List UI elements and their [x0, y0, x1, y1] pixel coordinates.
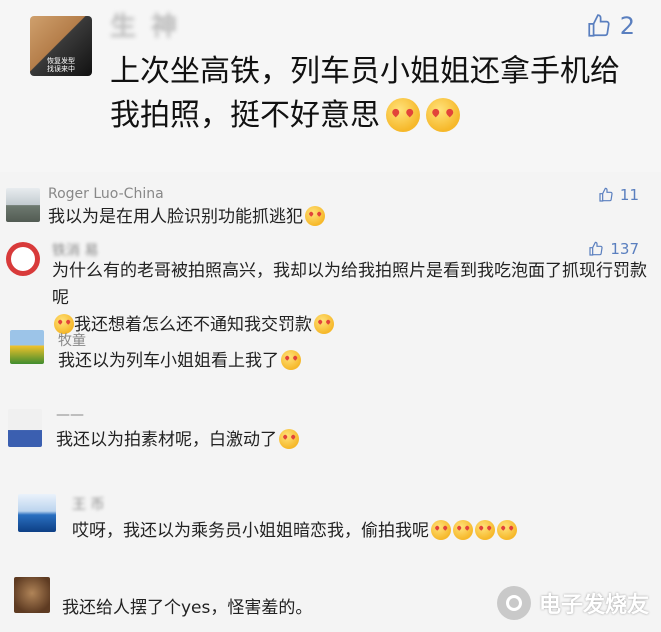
heart-eyes-emoji-icon: [386, 98, 420, 132]
comment-avatar[interactable]: [10, 330, 44, 364]
comment-avatar[interactable]: [8, 409, 42, 447]
comment-like-count: 137: [610, 240, 639, 258]
comment-avatar[interactable]: [18, 494, 56, 532]
heart-eyes-emoji-icon: [453, 520, 473, 540]
heart-eyes-emoji-icon: [426, 98, 460, 132]
heart-eyes-emoji-icon: [431, 520, 451, 540]
comment-text-content: 哎呀，我还以为乘务员小姐姐暗恋我，偷拍我呢: [72, 521, 429, 541]
comment-item: Roger Luo-China 我以为是在用人脸识别功能抓逃犯 11: [0, 182, 661, 232]
thumbs-up-icon: [599, 187, 613, 202]
comment-avatar[interactable]: [14, 577, 50, 613]
comment-text: 我还以为列车小姐姐看上我了: [58, 348, 301, 375]
thumbs-up-icon: [589, 241, 603, 256]
main-post: 恢复发型 找误来中 生 神 2 上次坐高铁，列车员小姐姐还拿手机给我拍照，挺不好…: [0, 0, 661, 172]
main-post-text-content: 上次坐高铁，列车员小姐姐还拿手机给我拍照，挺不好意思: [110, 54, 620, 133]
comment-item: 王 币 哎呀，我还以为乘务员小姐姐暗恋我，偷拍我呢: [0, 490, 661, 560]
comment-item: —— 我还以为拍素材呢，白激动了: [0, 405, 661, 475]
comment-text: 我还以为拍素材呢，白激动了: [56, 427, 299, 454]
comment-item: 铁消 易 为什么有的老哥被拍照高兴，我却以为给我拍照片是看到我吃泡面了抓现行罚款…: [0, 236, 661, 335]
grin-emoji-icon: [305, 206, 325, 226]
comment-text: 我还给人摆了个yes，怪害羞的。: [62, 595, 312, 622]
comment-username[interactable]: ——: [56, 407, 84, 423]
comment-text-content: 我以为是在用人脸识别功能抓逃犯: [48, 207, 303, 227]
comment-item: 牧童 我还以为列车小姐姐看上我了: [0, 326, 661, 396]
comment-username[interactable]: 牧童: [58, 330, 86, 350]
main-like-button[interactable]: 2: [586, 12, 635, 40]
thumbs-up-icon: [588, 14, 610, 37]
watermark: 电子发烧友: [496, 586, 649, 620]
smile-emoji-icon: [281, 350, 301, 370]
heart-eyes-emoji-icon: [475, 520, 495, 540]
main-avatar[interactable]: 恢复发型 找误来中: [30, 16, 92, 76]
comment-text: 我以为是在用人脸识别功能抓逃犯: [48, 204, 325, 231]
heart-eyes-emoji-icon: [497, 520, 517, 540]
comment-text-content: 为什么有的老哥被拍照高兴，我却以为给我拍照片是看到我吃泡面了抓现行罚款呢: [52, 261, 647, 308]
comment-username[interactable]: Roger Luo-China: [48, 186, 164, 202]
comment-text: 哎呀，我还以为乘务员小姐姐暗恋我，偷拍我呢: [72, 518, 517, 545]
comment-username[interactable]: 铁消 易: [52, 240, 98, 260]
watermark-text: 电子发烧友: [538, 593, 649, 618]
comment-like-count: 11: [619, 186, 639, 204]
comment-text-content: 我还以为列车小姐姐看上我了: [58, 351, 279, 371]
comment-like-button[interactable]: 11: [598, 186, 639, 204]
comment-text-content: 我还给人摆了个yes，怪害羞的。: [62, 598, 313, 618]
watermark-logo-icon: [496, 586, 531, 620]
comment-text-content: 我还以为拍素材呢，白激动了: [56, 430, 277, 450]
avatar-caption: 恢复发型 找误来中: [47, 57, 75, 73]
comment-avatar[interactable]: [6, 242, 40, 276]
main-username[interactable]: 生 神: [110, 6, 180, 43]
comment-avatar[interactable]: [6, 188, 40, 222]
crying-emoji-icon: [279, 429, 299, 449]
main-post-text: 上次坐高铁，列车员小姐姐还拿手机给我拍照，挺不好意思: [110, 50, 630, 138]
main-like-count: 2: [619, 12, 635, 40]
comment-username[interactable]: 王 币: [72, 494, 104, 514]
comment-like-button[interactable]: 137: [588, 240, 639, 258]
